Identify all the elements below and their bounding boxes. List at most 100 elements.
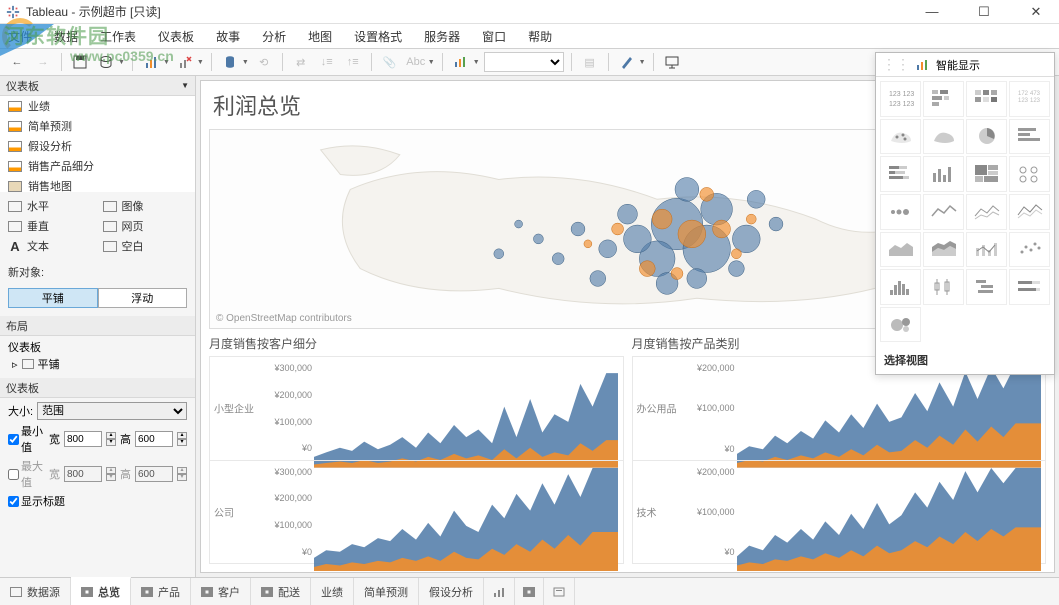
tab-customer[interactable]: 客户 [191,578,251,605]
viz-dual-combo[interactable] [966,232,1007,268]
dashboard-panel-header[interactable]: 仪表板 ▼ [0,76,195,96]
viz-heat-map[interactable] [923,81,964,117]
menu-dashboard[interactable]: 仪表板 [158,28,194,45]
viz-boxplot[interactable] [923,269,964,305]
forward-button[interactable]: → [32,51,54,73]
minimize-button[interactable]: — [915,3,949,21]
tab-data-source[interactable]: 数据源 [0,578,71,605]
obj-horizontal[interactable]: 水平 [8,198,93,214]
show-title-checkbox[interactable]: 显示标题 [8,493,65,509]
menu-story[interactable]: 故事 [216,28,240,45]
spinner[interactable]: ▴▾ [106,432,116,446]
sheet-item[interactable]: 销售产品细分 [0,156,195,176]
viz-line-cont[interactable] [923,194,964,230]
obj-text[interactable]: A文本 [8,238,93,254]
tab-forecast[interactable]: 简单预测 [354,578,419,605]
dashboard-size-header[interactable]: 仪表板 [0,378,195,398]
new-worksheet-tab[interactable] [484,578,515,605]
presentation-button[interactable] [661,51,683,73]
viz-dual-line[interactable] [1009,194,1050,230]
menu-file[interactable]: 文件 [8,28,32,45]
menu-worksheet[interactable]: 工作表 [100,28,136,45]
min-checkbox[interactable]: 最小值 [8,423,45,455]
menu-data[interactable]: 数据 [54,28,78,45]
layout-panel-header[interactable]: 布局 [0,316,195,336]
group-button[interactable]: Abc▼ [405,51,435,73]
chart-corporate[interactable]: 公司 ¥300,000 ¥200,000 ¥100,000 ¥0 [209,460,624,565]
menu-map[interactable]: 地图 [308,28,332,45]
viz-crosstab[interactable]: 172473123123 [1009,81,1050,117]
tab-product[interactable]: 产品 [131,578,191,605]
min-height-input[interactable] [135,431,173,447]
tab-performance[interactable]: 业绩 [311,578,354,605]
viz-hbar[interactable] [1009,119,1050,155]
obj-vertical[interactable]: 垂直 [8,218,93,234]
clear-button[interactable]: ▼ [174,51,204,73]
save-button[interactable] [69,51,91,73]
sort-asc-button[interactable]: ↓≡ [316,51,338,73]
sheet-item[interactable]: 简单预测 [0,116,195,136]
size-mode-select[interactable]: 范围 [37,402,187,420]
viz-gantt[interactable] [966,269,1007,305]
viz-pie[interactable] [966,119,1007,155]
menu-analysis[interactable]: 分析 [262,28,286,45]
max-checkbox[interactable]: 最大值 [8,458,45,490]
new-story-tab[interactable] [544,578,575,605]
obj-image[interactable]: 图像 [103,198,188,214]
viz-highlight-table[interactable] [966,81,1007,117]
viz-area-disc[interactable] [923,232,964,268]
viz-line-disc[interactable] [966,194,1007,230]
fit-select[interactable] [484,52,564,72]
new-datasource-button[interactable]: ▼ [95,51,125,73]
viz-histogram[interactable] [880,269,921,305]
sheet-item[interactable]: 销售地图 [0,176,195,192]
layout-tile-item[interactable]: ▹平铺 [8,356,187,372]
viz-bullet[interactable] [1009,269,1050,305]
viz-area-cont[interactable] [880,232,921,268]
showcaption-button[interactable]: ▤ [579,51,601,73]
menu-help[interactable]: 帮助 [528,28,552,45]
tab-whatif[interactable]: 假设分析 [419,578,484,605]
spinner[interactable]: ▴▾ [177,432,187,446]
new-dashboard-tab[interactable] [515,578,544,605]
back-button[interactable]: ← [6,51,28,73]
new-worksheet-button[interactable]: ▼ [140,51,170,73]
viz-side-bar[interactable] [923,156,964,192]
menu-format[interactable]: 设置格式 [354,28,402,45]
chart-technology[interactable]: 技术 ¥200,000 ¥100,000 ¥0 [632,460,1047,565]
tile-button[interactable]: 平铺 [8,288,98,308]
obj-blank[interactable]: 空白 [103,238,188,254]
menu-window[interactable]: 窗口 [482,28,506,45]
viz-text-table[interactable]: 123 123123 123 [880,81,921,117]
sheet-item[interactable]: 假设分析 [0,136,195,156]
highlight-button[interactable]: ▼ [616,51,646,73]
obj-web[interactable]: 网页 [103,218,188,234]
float-button[interactable]: 浮动 [98,288,188,308]
viz-circle[interactable] [1009,156,1050,192]
attach-button[interactable]: 📎 [379,51,401,73]
swap-button[interactable]: ⇄ [290,51,312,73]
sort-desc-button[interactable]: ↑≡ [342,51,364,73]
menu-server[interactable]: 服务器 [424,28,460,45]
tab-overview[interactable]: 总览 [71,577,131,605]
viz-stacked-bar[interactable] [880,156,921,192]
viz-filled-map[interactable] [923,119,964,155]
refresh-button[interactable]: ⟲ [253,51,275,73]
close-button[interactable]: ✕ [1019,3,1053,21]
show-me-header[interactable]: ⋮⋮ 智能显示 [876,53,1054,77]
viz-treemap[interactable] [966,156,1007,192]
showmark-button[interactable]: ▼ [450,51,480,73]
viz-scatter[interactable] [1009,232,1050,268]
min-width-input[interactable] [64,431,102,447]
viz-packed-bubble[interactable] [880,307,921,343]
chart-small-business[interactable]: 小型企业 ¥300,000 ¥200,000 ¥100,000 ¥0 [209,356,624,460]
y-axis: ¥200,000 ¥100,000 ¥0 [681,357,735,460]
spinner: ▴▾ [177,467,187,481]
connect-button[interactable]: ▼ [219,51,249,73]
viz-side-circle[interactable] [880,194,921,230]
dashboard-icon [141,587,153,597]
sheet-item[interactable]: 业绩 [0,96,195,116]
maximize-button[interactable]: ☐ [967,3,1001,21]
viz-symbol-map[interactable] [880,119,921,155]
tab-shipping[interactable]: 配送 [251,578,311,605]
